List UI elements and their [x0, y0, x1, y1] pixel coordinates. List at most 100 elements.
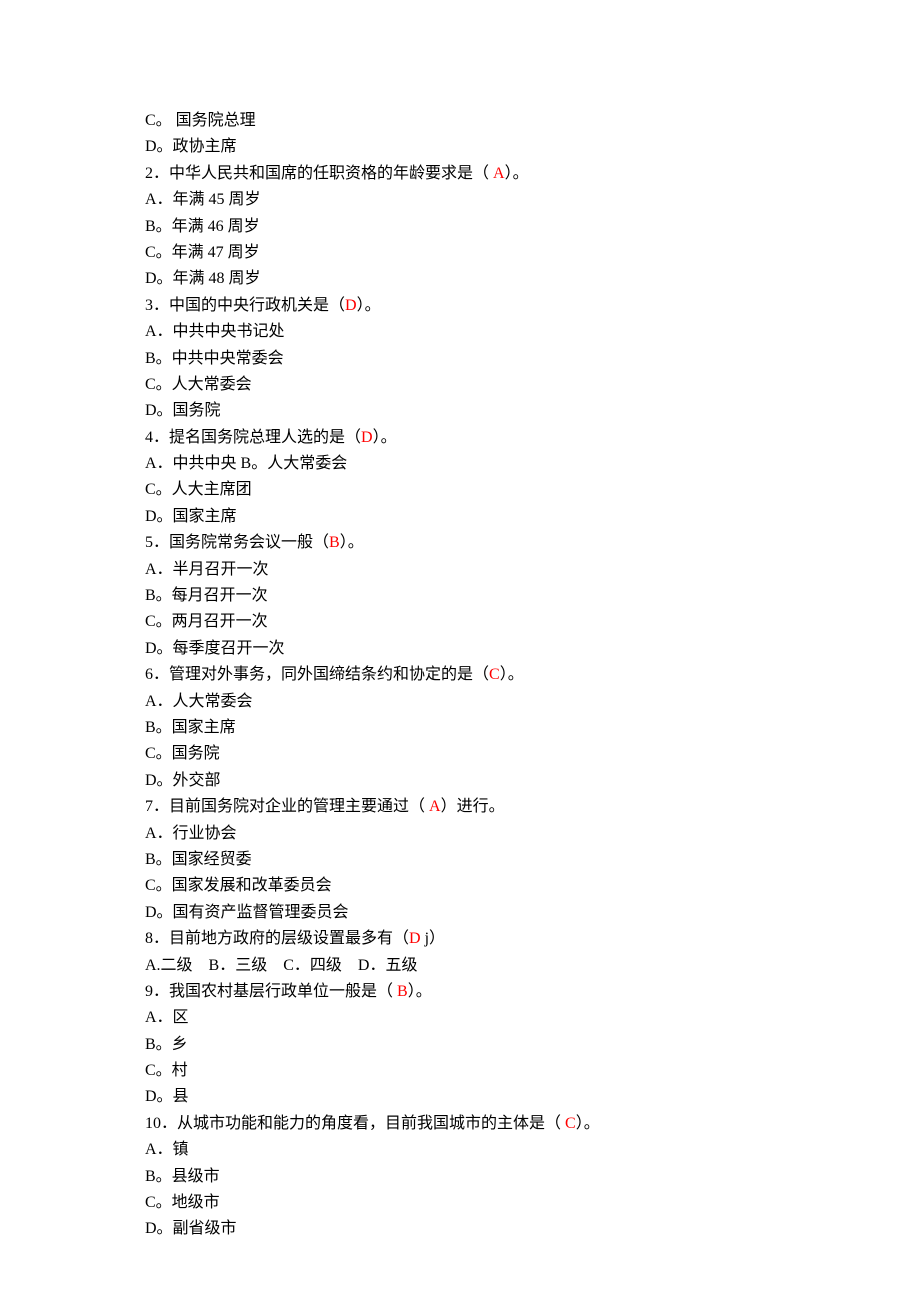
text-segment: D。外交部 — [145, 772, 221, 789]
answer-letter: C — [489, 666, 500, 683]
text-segment: C。国务院 — [145, 745, 220, 762]
text-line: B。年满 46 周岁 — [145, 214, 920, 240]
text-segment: 3．中国的中央行政机关是（ — [145, 297, 345, 314]
text-line: C。人大常委会 — [145, 372, 920, 398]
text-segment: D。每季度召开一次 — [145, 640, 285, 657]
text-line: 10．从城市功能和能力的角度看，目前我国城市的主体是（ C）。 — [145, 1111, 920, 1137]
text-line: 5．国务院常务会议一般（B）。 — [145, 530, 920, 556]
text-segment: 2．中华人民共和国席的任职资格的年龄要求是（ — [145, 165, 493, 182]
text-segment: 6．管理对外事务，同外国缔结条约和协定的是（ — [145, 666, 489, 683]
text-line: D。县 — [145, 1084, 920, 1110]
answer-letter: D — [409, 930, 421, 947]
text-line: D。外交部 — [145, 768, 920, 794]
text-segment: ）进行。 — [441, 798, 505, 815]
text-line: A．镇 — [145, 1137, 920, 1163]
text-line: C。国务院 — [145, 741, 920, 767]
text-line: A.二级 B．三级 C．四级 D．五级 — [145, 953, 920, 979]
text-segment: B。乡 — [145, 1036, 188, 1053]
text-segment: C。地级市 — [145, 1194, 220, 1211]
text-line: D。国有资产监督管理委员会 — [145, 900, 920, 926]
text-segment: C。国家发展和改革委员会 — [145, 877, 332, 894]
answer-letter: A — [429, 798, 441, 815]
text-line: C。地级市 — [145, 1190, 920, 1216]
text-segment: D。国家主席 — [145, 508, 237, 525]
text-line: C。年满 47 周岁 — [145, 240, 920, 266]
answer-letter: D — [345, 297, 357, 314]
text-line: A．中共中央 B。人大常委会 — [145, 451, 920, 477]
text-segment: D。县 — [145, 1088, 189, 1105]
text-segment: D。年满 48 周岁 — [145, 270, 261, 287]
text-segment: B。国家主席 — [145, 719, 236, 736]
text-segment: A．人大常委会 — [145, 693, 253, 710]
answer-letter: C — [565, 1115, 576, 1132]
text-line: A．行业协会 — [145, 821, 920, 847]
text-line: B。乡 — [145, 1032, 920, 1058]
text-line: 2．中华人民共和国席的任职资格的年龄要求是（ A）。 — [145, 161, 920, 187]
text-line: C。国家发展和改革委员会 — [145, 873, 920, 899]
answer-letter: A — [493, 165, 505, 182]
text-segment: ）。 — [357, 297, 381, 314]
text-line: 4．提名国务院总理人选的是（D）。 — [145, 425, 920, 451]
text-segment: C。人大常委会 — [145, 376, 252, 393]
text-segment: ）。 — [500, 666, 524, 683]
text-segment: 7．目前国务院对企业的管理主要通过（ — [145, 798, 429, 815]
text-line: D。国务院 — [145, 398, 920, 424]
text-segment: B。县级市 — [145, 1168, 220, 1185]
text-line: B。县级市 — [145, 1164, 920, 1190]
text-segment: 10．从城市功能和能力的角度看，目前我国城市的主体是（ — [145, 1115, 565, 1132]
text-line: C。两月召开一次 — [145, 609, 920, 635]
text-segment: 5．国务院常务会议一般（ — [145, 534, 329, 551]
text-line: D。年满 48 周岁 — [145, 266, 920, 292]
text-line: 6．管理对外事务，同外国缔结条约和协定的是（C）。 — [145, 662, 920, 688]
text-line: D。副省级市 — [145, 1216, 920, 1242]
text-line: C。人大主席团 — [145, 477, 920, 503]
text-segment: B。国家经贸委 — [145, 851, 252, 868]
text-segment: A．行业协会 — [145, 825, 237, 842]
text-segment: D。政协主席 — [145, 138, 237, 155]
text-line: D。政协主席 — [145, 134, 920, 160]
text-segment: D。国务院 — [145, 402, 221, 419]
text-line: A．人大常委会 — [145, 689, 920, 715]
answer-letter: B — [397, 983, 408, 1000]
text-segment: A．区 — [145, 1009, 189, 1026]
text-segment: C。 国务院总理 — [145, 112, 256, 129]
text-line: B。国家主席 — [145, 715, 920, 741]
text-line: 3．中国的中央行政机关是（D）。 — [145, 293, 920, 319]
text-segment: ）。 — [408, 983, 432, 1000]
answer-letter: D — [361, 429, 373, 446]
text-segment: 9．我国农村基层行政单位一般是（ — [145, 983, 397, 1000]
text-line: B。中共中央常委会 — [145, 346, 920, 372]
text-line: A．区 — [145, 1005, 920, 1031]
text-line: D。国家主席 — [145, 504, 920, 530]
text-segment: ）。 — [576, 1115, 600, 1132]
text-segment: C。年满 47 周岁 — [145, 244, 260, 261]
text-segment: B。每月召开一次 — [145, 587, 268, 604]
text-segment: B。年满 46 周岁 — [145, 218, 260, 235]
text-line: A．中共中央书记处 — [145, 319, 920, 345]
document-page: C。 国务院总理D。政协主席2．中华人民共和国席的任职资格的年龄要求是（ A）。… — [0, 0, 920, 1302]
text-line: 7．目前国务院对企业的管理主要通过（ A）进行。 — [145, 794, 920, 820]
text-segment: D。副省级市 — [145, 1220, 237, 1237]
text-line: B。每月召开一次 — [145, 583, 920, 609]
text-segment: A．年满 45 周岁 — [145, 191, 261, 208]
answer-letter: B — [329, 534, 340, 551]
text-segment: A.二级 B．三级 C．四级 D．五级 — [145, 957, 417, 974]
text-segment: A．镇 — [145, 1141, 189, 1158]
text-line: 8．目前地方政府的层级设置最多有（D j） — [145, 926, 920, 952]
text-line: B。国家经贸委 — [145, 847, 920, 873]
text-segment: A．中共中央 B。人大常委会 — [145, 455, 347, 472]
text-line: C。 国务院总理 — [145, 108, 920, 134]
text-segment: 4．提名国务院总理人选的是（ — [145, 429, 361, 446]
text-segment: A．半月召开一次 — [145, 561, 269, 578]
text-line: A．年满 45 周岁 — [145, 187, 920, 213]
text-line: C。村 — [145, 1058, 920, 1084]
text-segment: C。两月召开一次 — [145, 613, 268, 630]
text-segment: B。中共中央常委会 — [145, 350, 284, 367]
text-segment: C。人大主席团 — [145, 481, 252, 498]
text-line: 9．我国农村基层行政单位一般是（ B）。 — [145, 979, 920, 1005]
text-line: A．半月召开一次 — [145, 557, 920, 583]
text-segment: j） — [421, 930, 445, 947]
text-segment: C。村 — [145, 1062, 188, 1079]
text-segment: D。国有资产监督管理委员会 — [145, 904, 349, 921]
text-segment: A．中共中央书记处 — [145, 323, 285, 340]
